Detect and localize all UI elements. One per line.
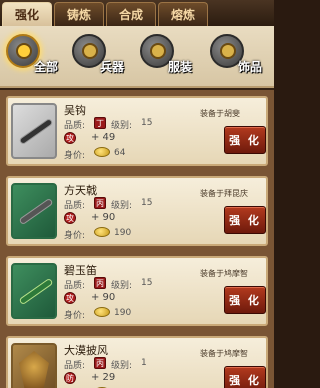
category-label: 饰品 [238, 60, 263, 74]
level-value: 15 [141, 118, 153, 128]
price-value: 190 [114, 228, 132, 238]
equipment-card[interactable]: 吴钩 品质: 丁 级别: 15 攻 + 49 身价: 64 装备于胡斐 强 化 [6, 96, 268, 166]
equipped-by: 装备于鸠摩智 [200, 269, 248, 278]
category-weapon[interactable]: 兵器 [70, 34, 134, 82]
level-value: 15 [141, 278, 153, 288]
equipment-card[interactable]: 大漠披风 品质: 丙 级别: 1 防 + 29 身价: 94 装备于鸠摩智 强 … [6, 336, 268, 388]
enhance-button[interactable]: 强 化 [224, 206, 266, 234]
equipped-by: 装备于拜昆庆 [200, 189, 248, 198]
stat-value: + 29 [91, 372, 116, 383]
equipment-card[interactable]: 碧玉笛 品质: 丙 级别: 15 攻 + 90 身价: 190 装备于鸠摩智 强… [6, 256, 268, 326]
category-bar: 全部 兵器 服装 饰品 [0, 26, 274, 88]
enhance-button[interactable]: 强 化 [224, 126, 266, 154]
cloak-icon [11, 343, 57, 388]
price-value: 190 [114, 308, 132, 318]
quality-badge: 丁 [94, 117, 106, 129]
quality-label: 品质: [64, 121, 86, 131]
halberd-icon [11, 183, 57, 239]
category-all[interactable]: 全部 [4, 34, 68, 82]
hook-sword-icon [11, 103, 57, 159]
gold-coin-icon [94, 147, 110, 157]
tab-refine[interactable]: 铸炼 [54, 2, 104, 26]
quality-label: 品质: [64, 361, 86, 371]
equipment-card[interactable]: 方天戟 品质: 丙 级别: 15 攻 + 90 身价: 190 装备于拜昆庆 强… [6, 176, 268, 246]
category-label: 兵器 [100, 60, 125, 74]
stat-badge: 攻 [64, 212, 76, 224]
enhance-button[interactable]: 强 化 [224, 366, 266, 388]
stat-value: + 90 [91, 292, 116, 303]
category-label: 全部 [34, 60, 59, 74]
price-label: 身价: [64, 231, 86, 241]
level-label: 级别: [111, 361, 133, 371]
gold-coin-icon [94, 227, 110, 237]
quality-badge: 丙 [94, 357, 106, 369]
level-label: 级别: [111, 201, 133, 211]
jade-flute-icon [11, 263, 57, 319]
item-name: 碧玉笛 [64, 264, 97, 277]
stat-badge: 防 [64, 372, 76, 384]
price-label: 身价: [64, 151, 86, 161]
item-name: 方天戟 [64, 184, 97, 197]
tab-enhance[interactable]: 强化 [2, 2, 52, 26]
gold-coin-icon [94, 307, 110, 317]
category-label: 服装 [168, 60, 193, 74]
quality-badge: 丙 [94, 277, 106, 289]
tab-smelt[interactable]: 熔炼 [158, 2, 208, 26]
tab-bar: 强化 铸炼 合成 熔炼 [0, 0, 274, 26]
level-value: 15 [141, 198, 153, 208]
category-clothing[interactable]: 服装 [138, 34, 202, 82]
level-label: 级别: [111, 121, 133, 131]
level-value: 1 [141, 358, 147, 368]
tab-combine[interactable]: 合成 [106, 2, 156, 26]
price-label: 身价: [64, 311, 86, 321]
equipment-list[interactable]: 吴钩 品质: 丁 级别: 15 攻 + 49 身价: 64 装备于胡斐 强 化 … [0, 90, 274, 388]
stat-value: + 90 [91, 212, 116, 223]
stat-value: + 49 [91, 132, 116, 143]
forge-screen: 强化 铸炼 合成 熔炼 全部 兵器 服装 饰品 吴钩 品质: 丁 级别: 15 [0, 0, 274, 388]
item-name: 吴钩 [64, 104, 86, 117]
enhance-button[interactable]: 强 化 [224, 286, 266, 314]
quality-label: 品质: [64, 281, 86, 291]
item-name: 大漠披风 [64, 344, 108, 357]
category-accessory[interactable]: 饰品 [208, 34, 272, 82]
stat-badge: 攻 [64, 292, 76, 304]
equipped-by: 装备于鸠摩智 [200, 349, 248, 358]
quality-label: 品质: [64, 201, 86, 211]
stat-badge: 攻 [64, 132, 76, 144]
quality-badge: 丙 [94, 197, 106, 209]
equipped-by: 装备于胡斐 [200, 109, 240, 118]
price-value: 64 [114, 148, 126, 158]
level-label: 级别: [111, 281, 133, 291]
